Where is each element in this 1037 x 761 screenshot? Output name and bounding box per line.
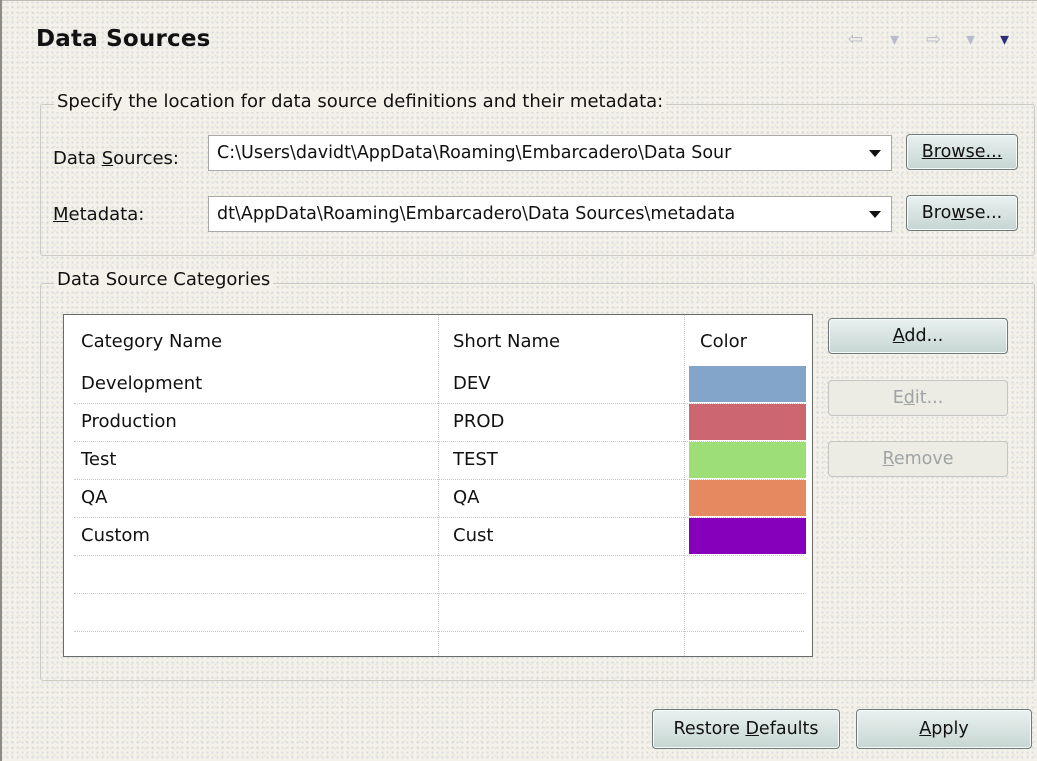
data-sources-path-combo[interactable]: C:\Users\davidt\AppData\Roaming\Embarcad… [208, 135, 892, 171]
category-name-cell: Development [81, 373, 203, 394]
restore-defaults-button[interactable]: Restore Defaults [652, 709, 840, 749]
color-swatch[interactable] [689, 442, 806, 478]
column-divider [684, 315, 686, 656]
page-title: Data Sources [36, 26, 211, 52]
remove-category-button[interactable]: Remove [828, 441, 1008, 477]
row-divider [74, 593, 804, 594]
column-header-color[interactable]: Color [700, 315, 790, 363]
color-swatch[interactable] [689, 404, 806, 440]
column-header-category-name[interactable]: Category Name [81, 315, 431, 363]
back-history-chevron-down-icon[interactable]: ▾ [890, 28, 899, 52]
categories-legend: Data Source Categories [54, 269, 274, 290]
window-left-border [0, 0, 2, 761]
add-category-button[interactable]: Add... [828, 318, 1008, 354]
row-divider [74, 555, 804, 556]
view-menu-chevron-down-icon[interactable]: ▾ [1000, 28, 1009, 52]
location-description: Specify the location for data source def… [54, 91, 667, 112]
forward-history-chevron-down-icon[interactable]: ▾ [966, 28, 975, 52]
chevron-down-icon[interactable] [869, 150, 881, 157]
data-sources-path-value: C:\Users\davidt\AppData\Roaming\Embarcad… [217, 143, 732, 163]
apply-button[interactable]: Apply [856, 709, 1032, 749]
color-swatch[interactable] [689, 480, 806, 516]
color-swatch[interactable] [689, 518, 806, 554]
page-navigation-toolbar: ⇦ ▾ ⇨ ▾ ▾ [848, 28, 1028, 52]
metadata-browse-button[interactable]: Browse... [906, 195, 1018, 231]
category-name-cell: Custom [81, 525, 150, 546]
short-name-cell: PROD [453, 411, 505, 432]
category-name-cell: QA [81, 487, 108, 508]
metadata-path-combo[interactable]: dt\AppData\Roaming\Embarcadero\Data Sour… [208, 196, 892, 232]
window-top-border [0, 0, 1037, 1]
metadata-path-value: dt\AppData\Roaming\Embarcadero\Data Sour… [217, 204, 736, 224]
row-divider [74, 631, 804, 632]
short-name-cell: QA [453, 487, 480, 508]
back-arrow-icon[interactable]: ⇦ [848, 28, 863, 52]
category-name-cell: Test [81, 449, 117, 470]
category-name-cell: Production [81, 411, 177, 432]
color-swatch[interactable] [689, 366, 806, 402]
chevron-down-icon[interactable] [869, 211, 881, 218]
location-group [40, 104, 1035, 256]
column-header-short-name[interactable]: Short Name [453, 315, 683, 363]
data-sources-label: Data Sources: [53, 148, 179, 169]
categories-table[interactable]: Category Name Short Name Color Developme… [63, 314, 813, 657]
column-divider [438, 315, 440, 656]
data-sources-browse-button[interactable]: Browse... [906, 134, 1018, 170]
edit-category-button[interactable]: Edit... [828, 380, 1008, 416]
short-name-cell: DEV [453, 373, 491, 394]
metadata-label: Metadata: [53, 204, 145, 225]
short-name-cell: TEST [453, 449, 498, 470]
short-name-cell: Cust [453, 525, 494, 546]
forward-arrow-icon[interactable]: ⇨ [926, 28, 941, 52]
